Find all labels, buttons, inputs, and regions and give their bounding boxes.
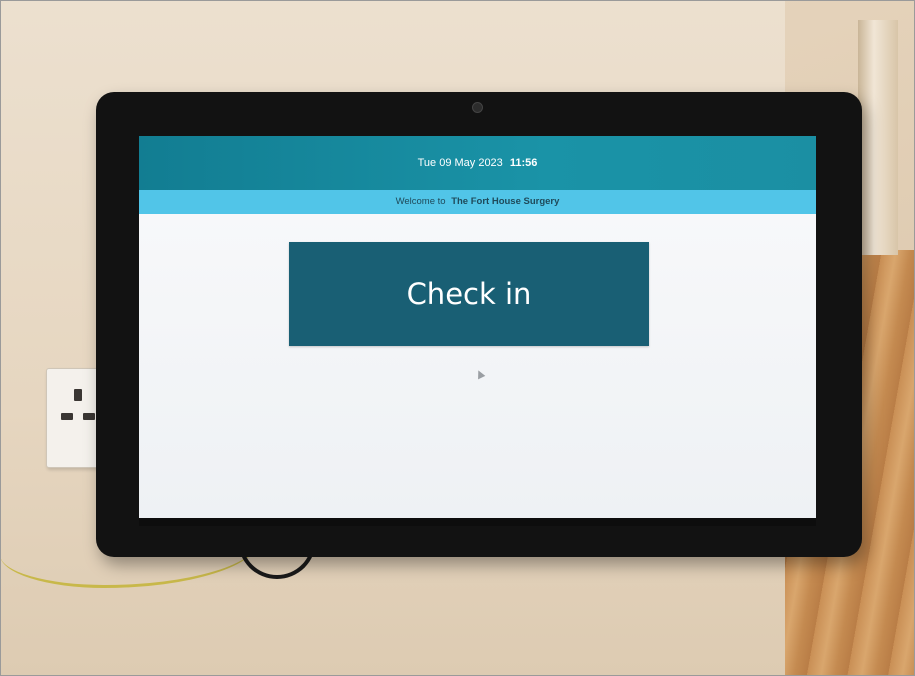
socket-earth-pin-hole <box>74 389 82 401</box>
front-camera-icon <box>472 102 483 113</box>
kiosk-tablet: Tue 09 May 2023 11:56 Welcome to The For… <box>96 92 862 557</box>
kiosk-screen: Tue 09 May 2023 11:56 Welcome to The For… <box>139 136 816 518</box>
door-frame <box>858 20 898 255</box>
surgery-name: The Fort House Surgery <box>451 196 560 207</box>
welcome-prefix: Welcome to <box>395 196 446 207</box>
bottom-bezel <box>139 518 816 526</box>
check-in-button[interactable]: Check in <box>289 242 649 346</box>
mouse-pointer-icon <box>474 368 486 380</box>
header-date: Tue 09 May 2023 <box>417 157 503 169</box>
photo-scene: Tue 09 May 2023 11:56 Welcome to The For… <box>0 0 915 676</box>
header-time: 11:56 <box>509 157 538 169</box>
socket-neutral-pin-hole <box>83 413 95 420</box>
date-time-header: Tue 09 May 2023 11:56 <box>139 136 816 190</box>
main-content: Check in <box>139 214 816 518</box>
welcome-banner: Welcome to The Fort House Surgery <box>139 190 816 214</box>
socket-live-pin-hole <box>61 413 73 420</box>
